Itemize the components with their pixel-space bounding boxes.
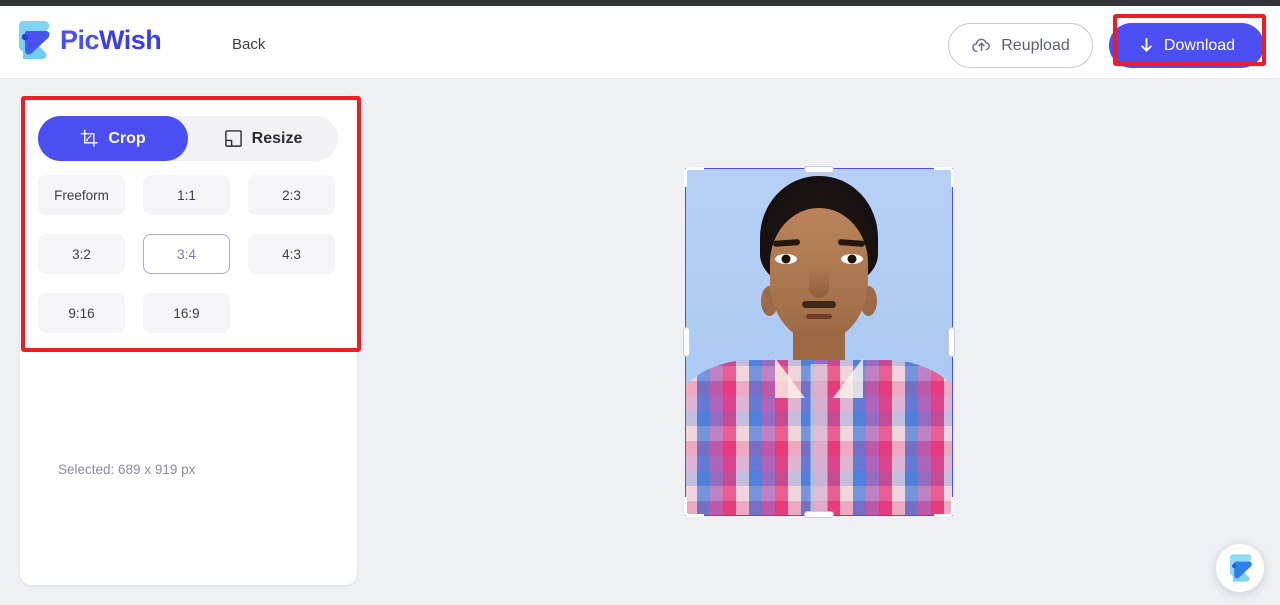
crop-tools-panel: Crop Resize Freeform 1:1 2:3 3:2 3:4 4:3… [20,95,357,585]
brand-name: PicWish [60,24,162,55]
brand-name-pic: Pic [60,24,100,55]
tab-resize[interactable]: Resize [188,116,338,161]
back-button[interactable]: Back [232,36,265,53]
crop-icon [80,129,99,148]
tool-tabs: Crop Resize [38,116,338,161]
download-button[interactable]: Download [1109,23,1264,68]
tab-crop-label: Crop [108,129,146,147]
photo-collar-right [833,358,863,398]
cloud-upload-icon [971,35,992,56]
photo-eye-left [775,254,797,264]
photo-nose [809,268,829,298]
tab-resize-label: Resize [251,129,303,147]
download-label: Download [1163,36,1236,54]
brand-logo[interactable]: PicWish [14,19,162,61]
tab-crop[interactable]: Crop [38,116,188,161]
ratio-option-4-3[interactable]: 4:3 [248,234,335,274]
editor-canvas [357,80,1280,605]
crop-stage[interactable] [683,166,955,518]
app-root: PicWish Back Reupload Download Crop Resi… [0,0,1280,605]
photo-mustache [802,301,836,308]
ratio-option-1-1[interactable]: 1:1 [143,175,230,215]
aspect-ratio-grid: Freeform 1:1 2:3 3:2 3:4 4:3 9:16 16:9 [38,175,338,333]
brand-name-wish: Wish [99,24,162,55]
photo-eye-right [841,254,863,264]
ratio-option-3-2[interactable]: 3:2 [38,234,125,274]
ratio-option-freeform[interactable]: Freeform [38,175,125,215]
app-header: PicWish Back Reupload Download [0,6,1280,79]
picwish-logo-icon [14,19,52,61]
ratio-option-2-3[interactable]: 2:3 [248,175,335,215]
picwish-logo-icon [1226,553,1254,583]
photo-shirt-placket [810,364,828,516]
reupload-label: Reupload [1001,36,1070,54]
source-image [685,168,953,516]
ratio-option-3-4[interactable]: 3:4 [143,234,230,274]
floating-help-button[interactable] [1216,544,1264,592]
resize-icon [224,129,243,148]
download-arrow-icon [1138,36,1155,55]
header-actions: Reupload Download [948,23,1264,68]
reupload-button[interactable]: Reupload [948,23,1093,68]
ratio-option-9-16[interactable]: 9:16 [38,293,125,333]
selected-size-label: Selected: 689 x 919 px [58,462,196,477]
ratio-option-16-9[interactable]: 16:9 [143,293,230,333]
photo-mouth [806,314,832,319]
photo-collar-left [775,358,805,398]
